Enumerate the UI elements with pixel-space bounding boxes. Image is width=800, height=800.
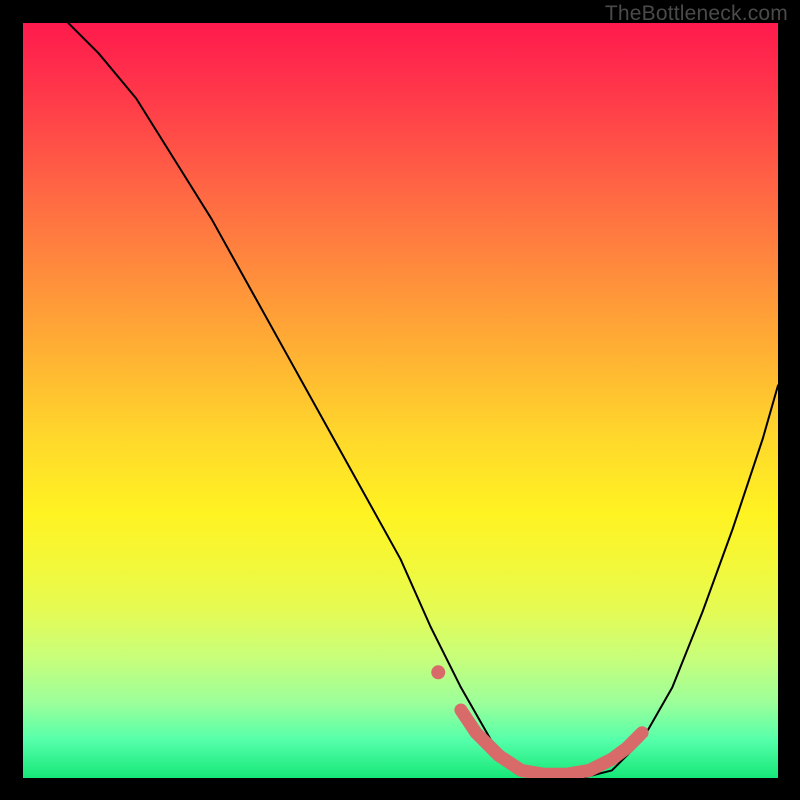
chart-stage: TheBottleneck.com — [0, 0, 800, 800]
bottleneck-curve — [68, 23, 778, 778]
plot-area — [23, 23, 778, 778]
highlight-dot — [431, 665, 445, 679]
attribution-text: TheBottleneck.com — [605, 2, 788, 26]
highlight-segment — [461, 710, 642, 774]
chart-svg — [23, 23, 778, 778]
